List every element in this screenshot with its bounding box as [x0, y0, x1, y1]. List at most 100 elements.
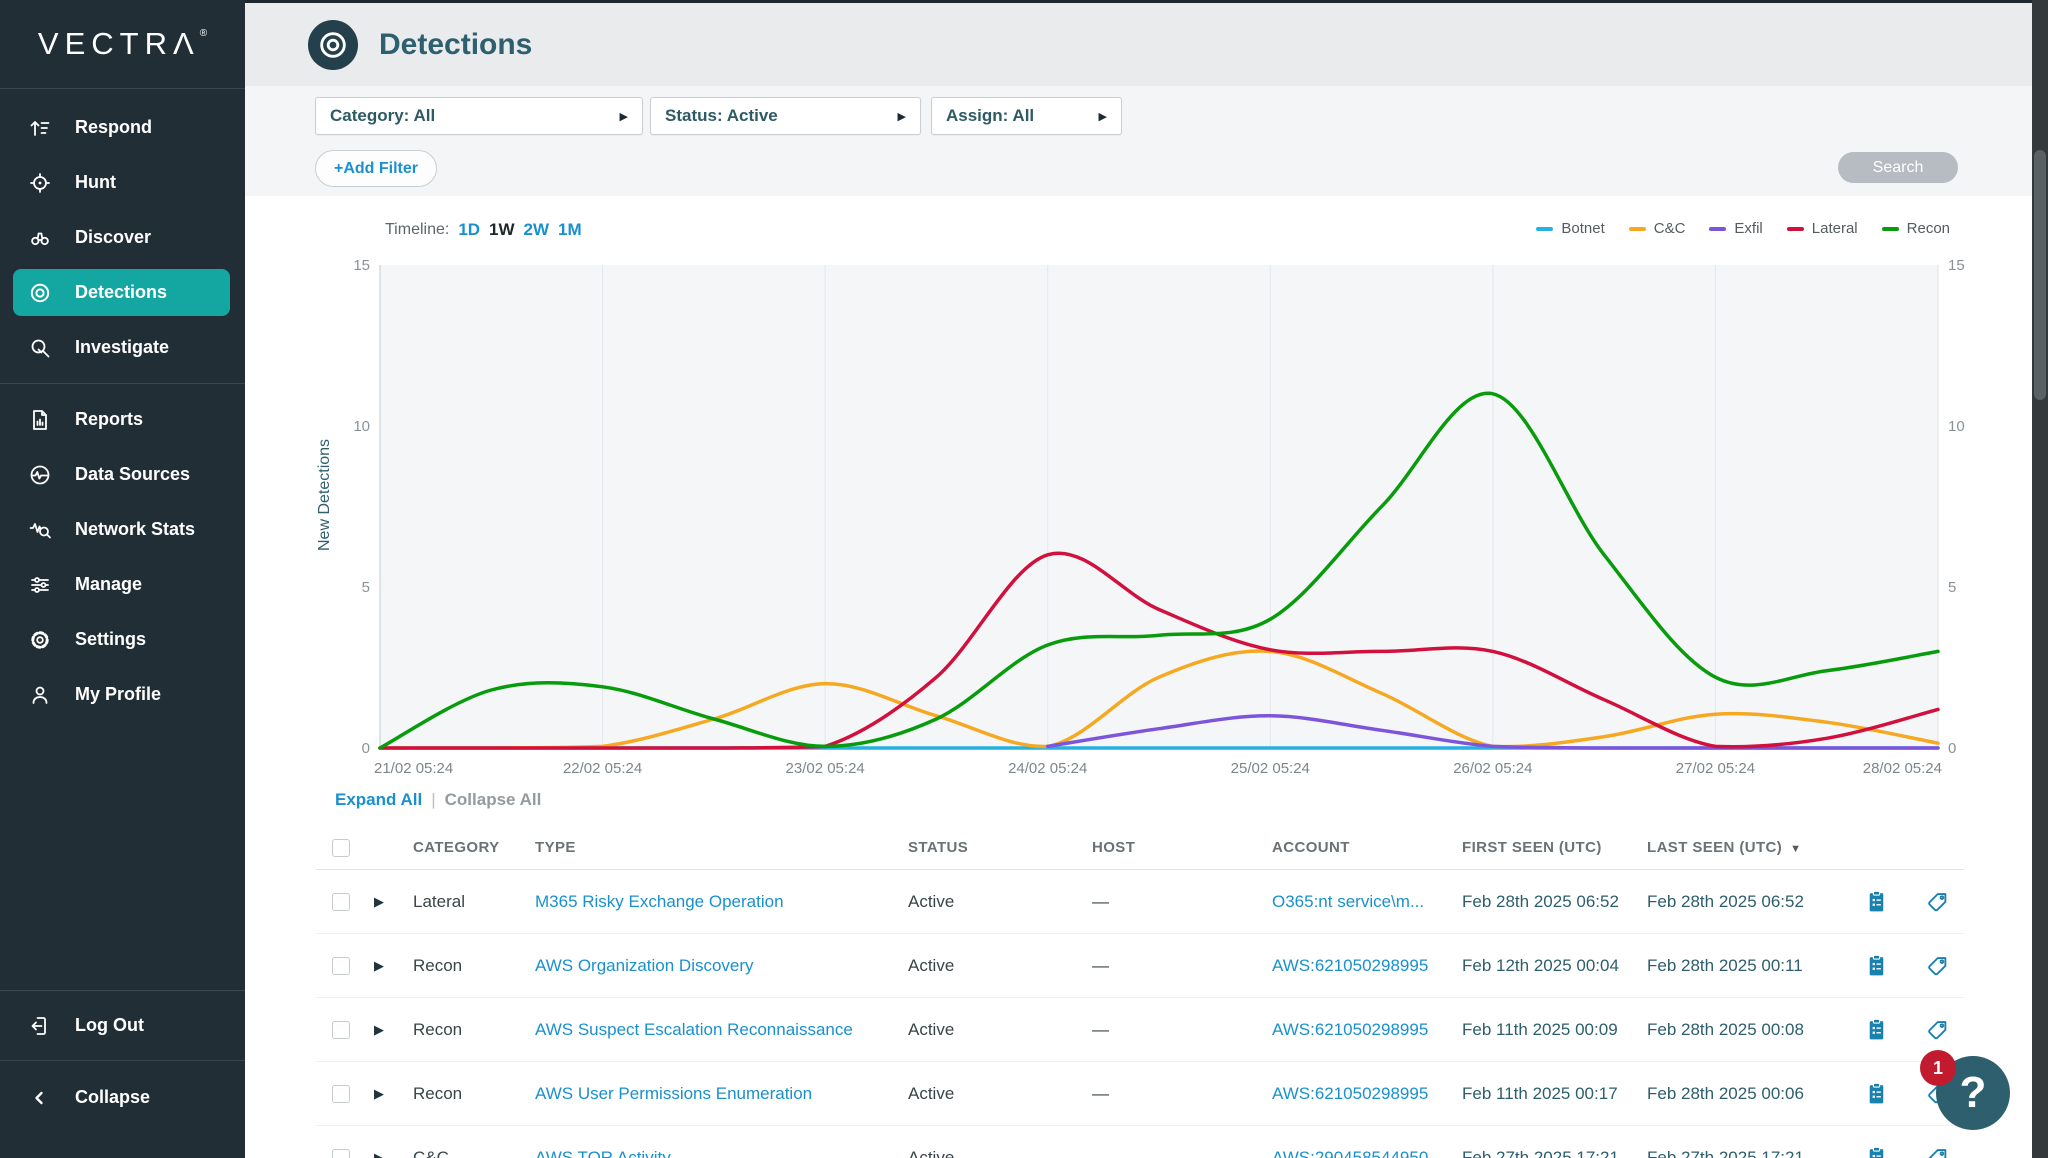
expand-row-caret-icon[interactable]: ▶: [368, 1022, 413, 1038]
column-header-host: HOST: [1092, 839, 1272, 856]
vectra-logo-text: VECTRΛ®: [38, 26, 207, 62]
sidebar-item-discover[interactable]: Discover: [0, 210, 245, 265]
sidebar-divider: [0, 990, 245, 991]
expand-row-caret-icon[interactable]: ▶: [368, 1150, 413, 1158]
detections-icon: [28, 281, 52, 305]
cell-type-link[interactable]: AWS Suspect Escalation Reconnaissance: [535, 1020, 908, 1040]
tag-icon[interactable]: [1926, 1145, 1951, 1158]
notes-icon[interactable]: [1864, 1081, 1889, 1106]
row-checkbox[interactable]: [332, 893, 350, 911]
sidebar-item-hunt[interactable]: Hunt: [0, 155, 245, 210]
expand-all-link[interactable]: Expand All: [335, 790, 422, 810]
svg-text:0: 0: [1948, 740, 1956, 757]
expand-row-caret-icon[interactable]: ▶: [368, 894, 413, 910]
cell-category: C&C: [413, 1148, 535, 1158]
expand-row-caret-icon[interactable]: ▶: [368, 958, 413, 974]
cell-type-link[interactable]: AWS Organization Discovery: [535, 956, 908, 976]
sidebar-item-label: Collapse: [75, 1087, 150, 1108]
sidebar-item-my-profile[interactable]: My Profile: [0, 667, 245, 722]
add-filter-button[interactable]: +Add Filter: [315, 150, 437, 187]
sidebar-item-data-sources[interactable]: Data Sources: [0, 447, 245, 502]
column-header-status: STATUS: [908, 839, 1092, 856]
cell-account-link[interactable]: O365:nt service\m...: [1272, 892, 1462, 912]
filter-band: Category: All ▶ Status: Active ▶ Assign:…: [245, 86, 2048, 196]
expand-collapse-row: Expand All | Collapse All: [335, 790, 541, 810]
sidebar-item-label: My Profile: [75, 684, 161, 705]
table-row: ▶ C&C AWS TOR Activity Active — AWS:2904…: [316, 1126, 1964, 1158]
investigate-icon: [28, 336, 52, 360]
svg-text:5: 5: [1948, 579, 1956, 596]
assign-filter-dropdown[interactable]: Assign: All ▶: [931, 97, 1122, 135]
status-filter-dropdown[interactable]: Status: Active ▶: [650, 97, 921, 135]
cell-status: Active: [908, 1020, 1092, 1040]
cell-first-seen: Feb 11th 2025 00:17: [1462, 1084, 1647, 1104]
svg-text:0: 0: [362, 740, 370, 757]
discover-icon: [28, 226, 52, 250]
search-button[interactable]: Search: [1838, 152, 1958, 183]
cell-host: —: [1092, 1148, 1272, 1158]
profile-icon: [28, 683, 52, 707]
svg-text:24/02 05:24: 24/02 05:24: [1008, 760, 1087, 777]
category-filter-dropdown[interactable]: Category: All ▶: [315, 97, 643, 135]
sidebar-item-reports[interactable]: Reports: [0, 392, 245, 447]
sidebar-item-manage[interactable]: Manage: [0, 557, 245, 612]
notes-icon[interactable]: [1864, 953, 1889, 978]
row-actions: [1847, 1017, 1964, 1042]
tag-icon[interactable]: [1926, 889, 1951, 914]
svg-text:21/02 05:24: 21/02 05:24: [374, 760, 453, 777]
y-axis-title: New Detections: [314, 395, 336, 595]
sidebar-item-label: Discover: [75, 227, 151, 248]
cell-host: —: [1092, 892, 1272, 912]
settings-icon: [28, 628, 52, 652]
cell-account-link[interactable]: AWS:290458544950: [1272, 1148, 1462, 1158]
column-header-type: TYPE: [535, 839, 908, 856]
sidebar-item-network-stats[interactable]: Network Stats: [0, 502, 245, 557]
row-actions: [1847, 889, 1964, 914]
sidebar-item-settings[interactable]: Settings: [0, 612, 245, 667]
tag-icon[interactable]: [1926, 1017, 1951, 1042]
cell-category: Recon: [413, 956, 535, 976]
manage-icon: [28, 573, 52, 597]
notes-icon[interactable]: [1864, 1017, 1889, 1042]
cell-first-seen: Feb 28th 2025 06:52: [1462, 892, 1647, 912]
cell-last-seen: Feb 28th 2025 00:08: [1647, 1020, 1847, 1040]
separator: |: [431, 790, 435, 810]
cell-category: Recon: [413, 1084, 535, 1104]
sidebar-item-log-out[interactable]: Log Out: [0, 998, 245, 1053]
row-checkbox[interactable]: [332, 1021, 350, 1039]
table-body: ▶ Lateral M365 Risky Exchange Operation …: [316, 870, 1964, 1158]
row-checkbox[interactable]: [332, 1149, 350, 1158]
select-all-checkbox[interactable]: [332, 839, 350, 857]
expand-row-caret-icon[interactable]: ▶: [368, 1086, 413, 1102]
cell-type-link[interactable]: AWS TOR Activity: [535, 1148, 908, 1158]
notes-icon[interactable]: [1864, 889, 1889, 914]
svg-text:22/02 05:24: 22/02 05:24: [563, 760, 642, 777]
sidebar-item-label: Investigate: [75, 337, 169, 358]
sidebar-item-detections[interactable]: Detections: [0, 265, 245, 320]
row-checkbox[interactable]: [332, 957, 350, 975]
sidebar-collapse[interactable]: Collapse: [0, 1070, 245, 1125]
sidebar-item-label: Settings: [75, 629, 146, 650]
dropdown-arrow-icon: ▶: [1099, 110, 1107, 123]
scrollbar-thumb[interactable]: [2034, 150, 2046, 400]
cell-last-seen: Feb 27th 2025 17:21: [1647, 1148, 1847, 1158]
cell-account-link[interactable]: AWS:621050298995: [1272, 1020, 1462, 1040]
data-sources-icon: [28, 463, 52, 487]
sidebar-item-investigate[interactable]: Investigate: [0, 320, 245, 375]
cell-last-seen: Feb 28th 2025 00:06: [1647, 1084, 1847, 1104]
cell-account-link[interactable]: AWS:621050298995: [1272, 956, 1462, 976]
row-checkbox[interactable]: [332, 1085, 350, 1103]
cell-category: Recon: [413, 1020, 535, 1040]
table-row: ▶ Recon AWS Suspect Escalation Reconnais…: [316, 998, 1964, 1062]
collapse-all-link[interactable]: Collapse All: [445, 790, 542, 810]
cell-type-link[interactable]: M365 Risky Exchange Operation: [535, 892, 908, 912]
detections-chart: 00551010151521/02 05:2422/02 05:2423/02 …: [300, 196, 2000, 796]
sort-caret-icon[interactable]: ▼: [1790, 843, 1801, 855]
column-header-account: ACCOUNT: [1272, 839, 1462, 856]
notes-icon[interactable]: [1864, 1145, 1889, 1158]
sidebar-item-respond[interactable]: Respond: [0, 100, 245, 155]
cell-account-link[interactable]: AWS:621050298995: [1272, 1084, 1462, 1104]
column-header-last-seen[interactable]: LAST SEEN (UTC)▼: [1647, 839, 1847, 856]
cell-type-link[interactable]: AWS User Permissions Enumeration: [535, 1084, 908, 1104]
tag-icon[interactable]: [1926, 953, 1951, 978]
